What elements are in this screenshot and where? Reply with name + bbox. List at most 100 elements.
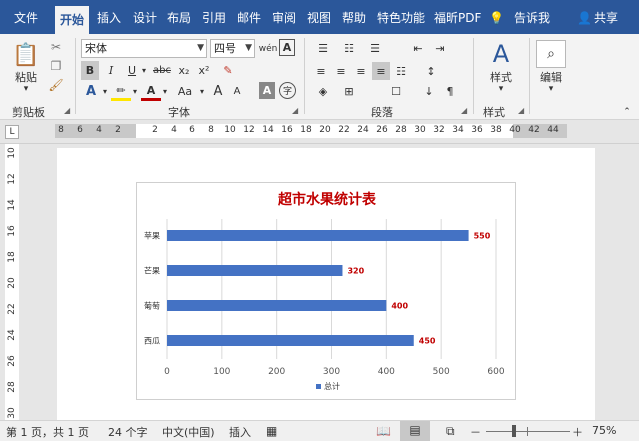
horizontal-ruler[interactable]: 8 6 4 2 2 4 6 8 10 12 14 16 18 20 22 24 26 28 30 32 34 36 38 40… [55,124,567,138]
decrease-indent-icon[interactable]: ⇤ [408,39,428,57]
tab-design[interactable]: 设计 [133,7,157,29]
user-icon[interactable]: 👤 [577,7,592,29]
tab-home[interactable]: 开始 [55,6,90,34]
chevron-down-icon[interactable]: ▾ [131,82,139,101]
group-divider [473,38,474,114]
bold-button[interactable]: B [81,61,99,80]
zoom-level[interactable]: 75% [592,424,616,437]
increase-indent-icon[interactable]: ⇥ [430,39,450,57]
data-label: 320 [347,267,364,276]
vertical-ruler[interactable]: 10 12 14 16 18 20 22 24 26 28 30 [5,144,19,420]
styles-button[interactable]: 样式 [484,70,518,84]
char-shading-icon[interactable]: A [259,82,275,99]
show-marks-icon[interactable]: ¶ [440,82,460,100]
font-launcher-icon[interactable]: ◢ [292,106,298,115]
print-layout-icon[interactable]: ▤ [400,421,430,441]
paste-dropdown-icon[interactable]: ▾ [20,84,32,94]
tab-help[interactable]: 帮助 [342,7,366,29]
paste-button[interactable]: 粘贴 [8,70,44,84]
zoom-in-button[interactable]: ＋ [572,424,583,440]
font-size-select[interactable]: 四号 ▼ [210,39,255,58]
align-left-icon[interactable]: ≡ [312,62,330,80]
group-divider [304,38,305,114]
underline-button[interactable]: U [123,61,141,80]
align-right-icon[interactable]: ≡ [352,62,370,80]
language-indicator[interactable]: 中文(中国) [162,424,215,440]
copy-icon[interactable]: ❐ [47,58,65,74]
styles-icon[interactable]: A [484,40,518,68]
tab-foxit-pdf[interactable]: 福昕PDF [434,7,481,29]
enclose-char-icon[interactable]: 字 [279,82,296,99]
tab-file[interactable]: 文件 [14,7,38,29]
chevron-down-icon[interactable]: ▾ [161,82,169,101]
chevron-down-icon[interactable]: ▾ [496,84,506,94]
paste-clipboard-icon[interactable]: 📋 [8,40,44,70]
editing-button[interactable]: 编辑 [533,70,569,84]
shading-icon[interactable]: ◈ [312,82,334,100]
chart-frame[interactable]: 超市水果统计表 0 100 200 300 400 500 600 苹果 550 芒果 320 葡萄 40… [136,182,516,400]
styles-launcher-icon[interactable]: ◢ [518,106,524,115]
bar [167,300,387,311]
page-count[interactable]: 第 1 页，共 1 页 [6,424,89,440]
share-button[interactable]: 共享 [594,7,618,29]
macro-record-icon[interactable]: ▦ [266,424,277,438]
cut-icon[interactable]: ✂ [47,39,65,55]
zoom-slider-track[interactable] [486,431,570,432]
lightbulb-icon[interactable]: 💡 [489,7,504,29]
search-icon[interactable]: ⌕ [536,40,566,68]
strikethrough-button[interactable]: abc [151,61,173,80]
char-border-icon[interactable]: A [279,39,295,56]
ruler-number: 12 [243,125,255,135]
bullets-icon[interactable]: ☰ [312,39,334,57]
tab-insert[interactable]: 插入 [97,7,121,29]
italic-button[interactable]: I [102,61,120,80]
tab-mailings[interactable]: 邮件 [237,7,261,29]
distributed-icon[interactable]: ☷ [392,62,410,80]
font-name-select[interactable]: 宋体 ▼ [81,39,207,58]
underline-dropdown-icon[interactable]: ▾ [140,61,148,80]
chevron-down-icon[interactable]: ▾ [546,84,556,94]
change-case-button[interactable]: Aa [173,82,197,101]
zoom-out-button[interactable]: － [470,424,481,440]
superscript-button[interactable]: x² [195,61,213,80]
chevron-down-icon[interactable]: ▾ [101,82,109,101]
x-tick-label: 500 [433,367,450,377]
justify-icon[interactable]: ≡ [372,62,390,80]
read-mode-icon[interactable]: 📖 [376,424,391,438]
chevron-down-icon[interactable]: ▾ [198,82,206,101]
format-painter-icon[interactable]: 🖌 [47,77,65,93]
tab-stop-selector[interactable]: L [5,125,19,139]
shrink-font-button[interactable]: A [228,82,246,101]
zoom-slider-thumb[interactable] [512,425,516,437]
font-color-icon[interactable]: A [141,82,161,101]
multilevel-list-icon[interactable]: ☰ [364,39,386,57]
web-layout-icon[interactable]: ⧉ [446,424,455,439]
collapse-ribbon-icon[interactable]: ⌃ [620,106,634,118]
subscript-button[interactable]: x₂ [175,61,193,80]
numbering-icon[interactable]: ☷ [338,39,360,57]
clear-format-icon[interactable]: ✎ [219,61,237,80]
phonetic-guide-icon[interactable]: wén [259,39,278,58]
sort-icon[interactable]: ↓ [419,82,439,100]
grow-font-button[interactable]: A [209,82,227,101]
ruler-number: 14 [7,199,17,211]
tab-review[interactable]: 审阅 [272,7,296,29]
tell-me-search[interactable]: 告诉我 [514,7,550,29]
text-effects-icon[interactable]: A [81,82,101,101]
insert-mode[interactable]: 插入 [229,424,251,440]
status-bar: 第 1 页，共 1 页 24 个字 中文(中国) 插入 ▦ 📖 ▤ ⧉ － ＋ … [0,420,639,441]
paragraph-launcher-icon[interactable]: ◢ [461,106,467,115]
clipboard-launcher-icon[interactable]: ◢ [64,106,70,115]
tab-references[interactable]: 引用 [202,7,226,29]
tab-features[interactable]: 特色功能 [377,7,425,29]
highlight-icon[interactable]: ✏ [111,82,131,101]
word-count[interactable]: 24 个字 [108,424,148,440]
tab-view[interactable]: 视图 [307,7,331,29]
vertical-scrollbar[interactable] [623,144,639,420]
borders-icon[interactable]: ⊞ [338,82,360,100]
tab-layout[interactable]: 布局 [167,7,191,29]
line-spacing-icon[interactable]: ↕ [420,62,442,80]
align-center-icon[interactable]: ≡ [332,62,350,80]
ruler-number: 24 [357,125,369,135]
chinese-layout-icon[interactable]: ☐ [386,82,406,100]
